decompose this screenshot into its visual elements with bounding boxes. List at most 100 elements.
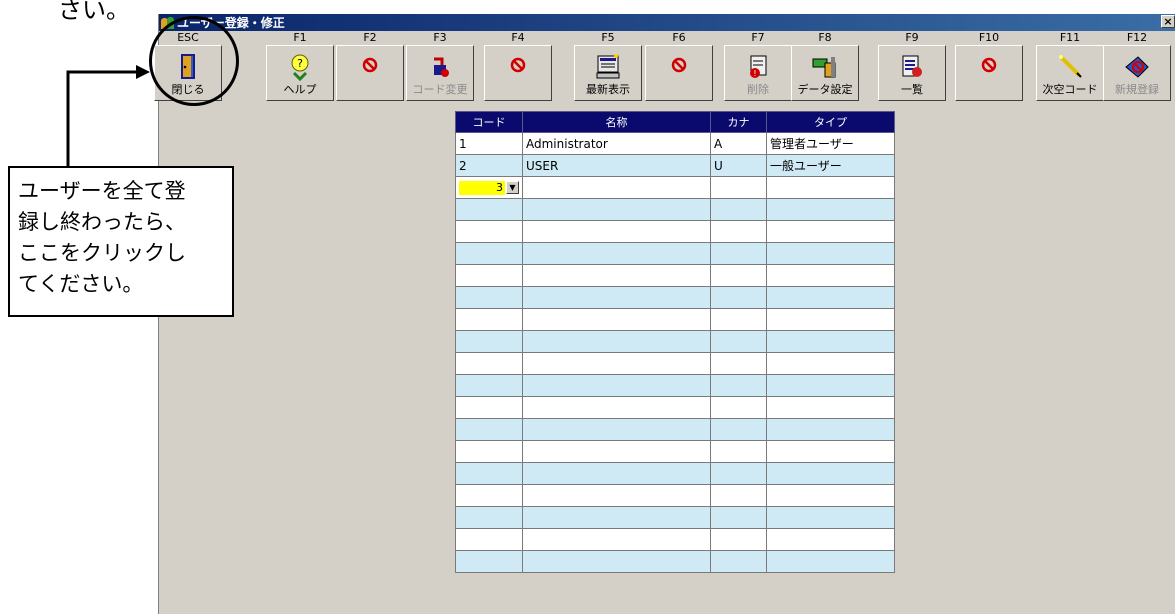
table-cell[interactable] bbox=[455, 330, 523, 353]
table-row[interactable] bbox=[455, 198, 895, 221]
cell-kana[interactable]: A bbox=[710, 132, 767, 155]
table-cell[interactable] bbox=[455, 528, 523, 551]
table-cell[interactable] bbox=[766, 528, 895, 551]
table-cell[interactable] bbox=[710, 528, 767, 551]
data-setting-button[interactable]: データ設定 bbox=[791, 45, 859, 101]
table-cell[interactable] bbox=[766, 462, 895, 485]
table-cell[interactable] bbox=[710, 418, 767, 441]
cell-name[interactable]: Administrator bbox=[522, 132, 711, 155]
col-header-kana[interactable]: カナ bbox=[710, 111, 767, 133]
table-row[interactable] bbox=[455, 286, 895, 309]
table-row[interactable]: 2 USER U 一般ユーザー bbox=[455, 154, 895, 177]
table-cell[interactable] bbox=[522, 352, 711, 375]
table-cell[interactable] bbox=[455, 242, 523, 265]
table-cell[interactable] bbox=[455, 264, 523, 287]
table-cell[interactable] bbox=[766, 550, 895, 573]
new-register-button[interactable]: 新規登録 bbox=[1103, 45, 1171, 101]
table-cell[interactable] bbox=[710, 264, 767, 287]
cell-type[interactable]: 一般ユーザー bbox=[766, 154, 895, 177]
table-row-editing[interactable]: 3 ▼ bbox=[455, 176, 895, 199]
cell-type[interactable] bbox=[766, 176, 895, 199]
table-cell[interactable] bbox=[710, 352, 767, 375]
table-row[interactable] bbox=[455, 462, 895, 485]
table-cell[interactable] bbox=[766, 286, 895, 309]
table-row[interactable] bbox=[455, 484, 895, 507]
table-cell[interactable] bbox=[710, 396, 767, 419]
code-change-button[interactable]: コード変更 bbox=[406, 45, 474, 101]
table-cell[interactable] bbox=[455, 440, 523, 463]
table-row[interactable] bbox=[455, 550, 895, 573]
table-cell[interactable] bbox=[455, 286, 523, 309]
table-row[interactable] bbox=[455, 418, 895, 441]
cell-code[interactable]: 1 bbox=[455, 132, 523, 155]
table-cell[interactable] bbox=[710, 198, 767, 221]
table-cell[interactable] bbox=[522, 506, 711, 529]
table-cell[interactable] bbox=[522, 220, 711, 243]
table-cell[interactable] bbox=[455, 396, 523, 419]
table-cell[interactable] bbox=[710, 330, 767, 353]
table-row[interactable] bbox=[455, 308, 895, 331]
code-input[interactable]: 3 bbox=[459, 180, 505, 195]
table-row[interactable] bbox=[455, 528, 895, 551]
table-row[interactable] bbox=[455, 396, 895, 419]
table-cell[interactable] bbox=[522, 198, 711, 221]
delete-button[interactable]: ! 削除 bbox=[724, 45, 792, 101]
table-cell[interactable] bbox=[522, 462, 711, 485]
table-cell[interactable] bbox=[455, 550, 523, 573]
table-cell[interactable] bbox=[455, 220, 523, 243]
table-cell[interactable] bbox=[710, 484, 767, 507]
code-dropdown-button[interactable]: ▼ bbox=[506, 181, 519, 194]
table-row[interactable] bbox=[455, 440, 895, 463]
table-cell[interactable] bbox=[455, 484, 523, 507]
col-header-name[interactable]: 名称 bbox=[522, 111, 711, 133]
cell-code-editing[interactable]: 3 ▼ bbox=[455, 176, 523, 199]
cell-type[interactable]: 管理者ユーザー bbox=[766, 132, 895, 155]
table-cell[interactable] bbox=[710, 308, 767, 331]
table-row[interactable] bbox=[455, 242, 895, 265]
col-header-type[interactable]: タイプ bbox=[766, 111, 895, 133]
table-cell[interactable] bbox=[522, 374, 711, 397]
table-cell[interactable] bbox=[766, 418, 895, 441]
table-cell[interactable] bbox=[710, 506, 767, 529]
cell-kana[interactable]: U bbox=[710, 154, 767, 177]
table-cell[interactable] bbox=[710, 374, 767, 397]
table-cell[interactable] bbox=[522, 242, 711, 265]
refresh-display-button[interactable]: 最新表示 bbox=[574, 45, 642, 101]
f6-button[interactable] bbox=[645, 45, 713, 101]
table-cell[interactable] bbox=[710, 220, 767, 243]
table-row[interactable] bbox=[455, 264, 895, 287]
cell-name[interactable] bbox=[522, 176, 711, 199]
table-cell[interactable] bbox=[710, 440, 767, 463]
table-row[interactable] bbox=[455, 374, 895, 397]
table-row[interactable]: 1 Administrator A 管理者ユーザー bbox=[455, 132, 895, 155]
table-cell[interactable] bbox=[455, 352, 523, 375]
table-cell[interactable] bbox=[766, 396, 895, 419]
table-cell[interactable] bbox=[455, 506, 523, 529]
table-cell[interactable] bbox=[522, 440, 711, 463]
table-cell[interactable] bbox=[522, 550, 711, 573]
cell-name[interactable]: USER bbox=[522, 154, 711, 177]
table-cell[interactable] bbox=[766, 484, 895, 507]
f10-button[interactable] bbox=[955, 45, 1023, 101]
table-cell[interactable] bbox=[766, 440, 895, 463]
table-cell[interactable] bbox=[766, 352, 895, 375]
table-cell[interactable] bbox=[766, 330, 895, 353]
table-cell[interactable] bbox=[766, 506, 895, 529]
table-cell[interactable] bbox=[522, 396, 711, 419]
help-button[interactable]: ? ヘルプ bbox=[266, 45, 334, 101]
table-cell[interactable] bbox=[455, 198, 523, 221]
table-cell[interactable] bbox=[522, 330, 711, 353]
window-close-button[interactable]: × bbox=[1161, 15, 1175, 28]
table-cell[interactable] bbox=[455, 418, 523, 441]
table-row[interactable] bbox=[455, 506, 895, 529]
table-cell[interactable] bbox=[522, 308, 711, 331]
table-cell[interactable] bbox=[455, 462, 523, 485]
next-code-button[interactable]: 次空コード bbox=[1036, 45, 1104, 101]
col-header-code[interactable]: コード bbox=[455, 111, 523, 133]
cell-kana[interactable] bbox=[710, 176, 767, 199]
table-cell[interactable] bbox=[766, 242, 895, 265]
table-cell[interactable] bbox=[710, 286, 767, 309]
table-cell[interactable] bbox=[766, 220, 895, 243]
table-row[interactable] bbox=[455, 330, 895, 353]
table-cell[interactable] bbox=[522, 264, 711, 287]
